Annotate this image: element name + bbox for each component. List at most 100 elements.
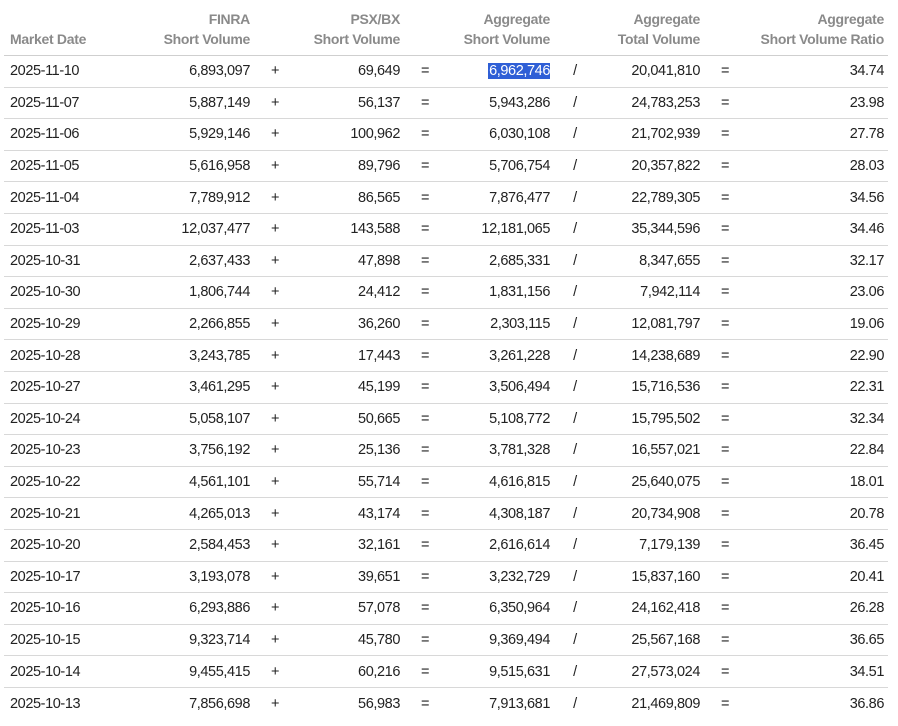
cell-aggregate-short-volume: 3,232,729 <box>489 568 550 585</box>
header-aggregate-short-volume-ratio[interactable]: Aggregate Short Volume Ratio <box>750 9 885 49</box>
cell-short-volume-ratio: 36.86 <box>849 695 885 712</box>
cell-short-volume-ratio: 34.74 <box>849 63 885 80</box>
cell-aggregate-short-volume: 2,616,614 <box>489 537 550 554</box>
cell-aggregate-short-volume: 2,685,331 <box>489 252 550 269</box>
cell-aggregate-total-volume: 7,942,114 <box>640 284 700 301</box>
operator-divide: / <box>573 94 577 111</box>
cell-psx-short-volume: 24,412 <box>358 284 400 301</box>
operator-plus: + <box>270 410 280 427</box>
operator-equals: = <box>420 505 430 522</box>
header-finra-short-volume[interactable]: FINRA Short Volume <box>150 9 251 49</box>
cell-aggregate-total-volume: 15,837,160 <box>631 568 700 585</box>
operator-plus: + <box>270 631 280 648</box>
operator-equals: = <box>720 316 730 333</box>
cell-market-date: 2025-10-27 <box>10 379 81 396</box>
cell-finra-short-volume: 5,616,958 <box>189 158 250 175</box>
header-psx-short-volume[interactable]: PSX/BX Short Volume <box>300 9 401 49</box>
cell-aggregate-total-volume: 21,469,809 <box>631 695 700 712</box>
operator-plus: + <box>270 284 280 301</box>
cell-market-date: 2025-10-21 <box>10 505 81 522</box>
table-row: 2025-10-15 9,323,714 + 45,780 = 9,369,49… <box>4 625 888 657</box>
operator-divide: / <box>573 505 577 522</box>
operator-equals: = <box>420 347 430 364</box>
cell-aggregate-total-volume: 21,702,939 <box>631 126 700 143</box>
operator-equals: = <box>420 600 430 617</box>
operator-divide: / <box>573 158 577 175</box>
cell-short-volume-ratio: 34.46 <box>849 221 885 238</box>
header-aggregate-total-volume[interactable]: Aggregate Total Volume <box>600 9 701 49</box>
selected-text: 6,962,746 <box>488 63 550 80</box>
table-row: 2025-10-20 2,584,453 + 32,161 = 2,616,61… <box>4 530 888 562</box>
cell-psx-short-volume: 39,651 <box>358 568 400 585</box>
table-row: 2025-11-07 5,887,149 + 56,137 = 5,943,28… <box>4 88 888 120</box>
operator-equals: = <box>720 505 730 522</box>
cell-aggregate-total-volume: 15,716,536 <box>631 379 700 396</box>
table-row: 2025-10-23 3,756,192 + 25,136 = 3,781,32… <box>4 435 888 467</box>
operator-equals: = <box>720 537 730 554</box>
cell-psx-short-volume: 60,216 <box>358 663 400 680</box>
operator-divide: / <box>573 284 577 301</box>
operator-equals: = <box>720 631 730 648</box>
cell-finra-short-volume: 9,323,714 <box>189 631 250 648</box>
operator-equals: = <box>720 474 730 491</box>
cell-short-volume-ratio: 22.84 <box>849 442 885 459</box>
operator-equals: = <box>420 189 430 206</box>
cell-psx-short-volume: 32,161 <box>358 537 400 554</box>
cell-finra-short-volume: 2,584,453 <box>189 537 250 554</box>
cell-aggregate-total-volume: 20,357,822 <box>631 158 700 175</box>
cell-short-volume-ratio: 22.90 <box>849 347 885 364</box>
operator-equals: = <box>420 663 430 680</box>
cell-psx-short-volume: 45,199 <box>358 379 400 396</box>
cell-aggregate-total-volume: 22,789,305 <box>631 189 700 206</box>
operator-plus: + <box>270 63 280 80</box>
operator-equals: = <box>420 695 430 712</box>
cell-finra-short-volume: 5,058,107 <box>189 410 250 427</box>
table-row: 2025-10-30 1,806,744 + 24,412 = 1,831,15… <box>4 277 888 309</box>
cell-aggregate-total-volume: 27,573,024 <box>631 663 700 680</box>
table-row: 2025-10-13 7,856,698 + 56,983 = 7,913,68… <box>4 688 888 720</box>
operator-equals: = <box>420 126 430 143</box>
header-market-date[interactable]: Market Date <box>4 29 150 49</box>
operator-equals: = <box>420 252 430 269</box>
cell-aggregate-short-volume: 12,181,065 <box>481 221 550 238</box>
cell-aggregate-short-volume: 6,030,108 <box>489 126 550 143</box>
operator-equals: = <box>720 442 730 459</box>
operator-divide: / <box>573 663 577 680</box>
cell-psx-short-volume: 50,665 <box>358 410 400 427</box>
cell-short-volume-ratio: 32.17 <box>849 252 885 269</box>
operator-equals: = <box>720 600 730 617</box>
cell-short-volume-ratio: 20.78 <box>849 505 885 522</box>
cell-market-date: 2025-10-30 <box>10 284 81 301</box>
cell-aggregate-short-volume: 9,369,494 <box>489 631 550 648</box>
operator-plus: + <box>270 695 280 712</box>
cell-aggregate-short-volume: 4,308,187 <box>489 505 550 522</box>
operator-equals: = <box>420 284 430 301</box>
table-row: 2025-10-22 4,561,101 + 55,714 = 4,616,81… <box>4 467 888 499</box>
table-row: 2025-11-06 5,929,146 + 100,962 = 6,030,1… <box>4 119 888 151</box>
cell-aggregate-short-volume: 5,706,754 <box>489 158 550 175</box>
cell-short-volume-ratio: 27.78 <box>849 126 885 143</box>
table-row: 2025-11-03 12,037,477 + 143,588 = 12,181… <box>4 214 888 246</box>
cell-aggregate-short-volume: 3,261,228 <box>489 347 550 364</box>
operator-divide: / <box>573 347 577 364</box>
cell-psx-short-volume: 57,078 <box>358 600 400 617</box>
operator-plus: + <box>270 158 280 175</box>
cell-finra-short-volume: 3,193,078 <box>189 568 250 585</box>
operator-divide: / <box>573 442 577 459</box>
operator-plus: + <box>270 221 280 238</box>
cell-finra-short-volume: 5,929,146 <box>189 126 250 143</box>
cell-finra-short-volume: 9,455,415 <box>189 663 250 680</box>
operator-divide: / <box>573 316 577 333</box>
cell-finra-short-volume: 7,789,912 <box>189 189 250 206</box>
cell-market-date: 2025-10-13 <box>10 695 81 712</box>
operator-plus: + <box>270 94 280 111</box>
cell-short-volume-ratio: 34.51 <box>849 663 885 680</box>
table-header: Market Date FINRA Short Volume PSX/BX Sh… <box>4 0 888 56</box>
cell-aggregate-short-volume: 6,350,964 <box>489 600 550 617</box>
cell-psx-short-volume: 69,649 <box>358 63 400 80</box>
cell-psx-short-volume: 17,443 <box>358 347 400 364</box>
cell-aggregate-short-volume: 3,506,494 <box>489 379 550 396</box>
table-row: 2025-10-14 9,455,415 + 60,216 = 9,515,63… <box>4 656 888 688</box>
header-aggregate-short-volume[interactable]: Aggregate Short Volume <box>450 9 551 49</box>
cell-aggregate-short-volume: 4,616,815 <box>489 474 550 491</box>
